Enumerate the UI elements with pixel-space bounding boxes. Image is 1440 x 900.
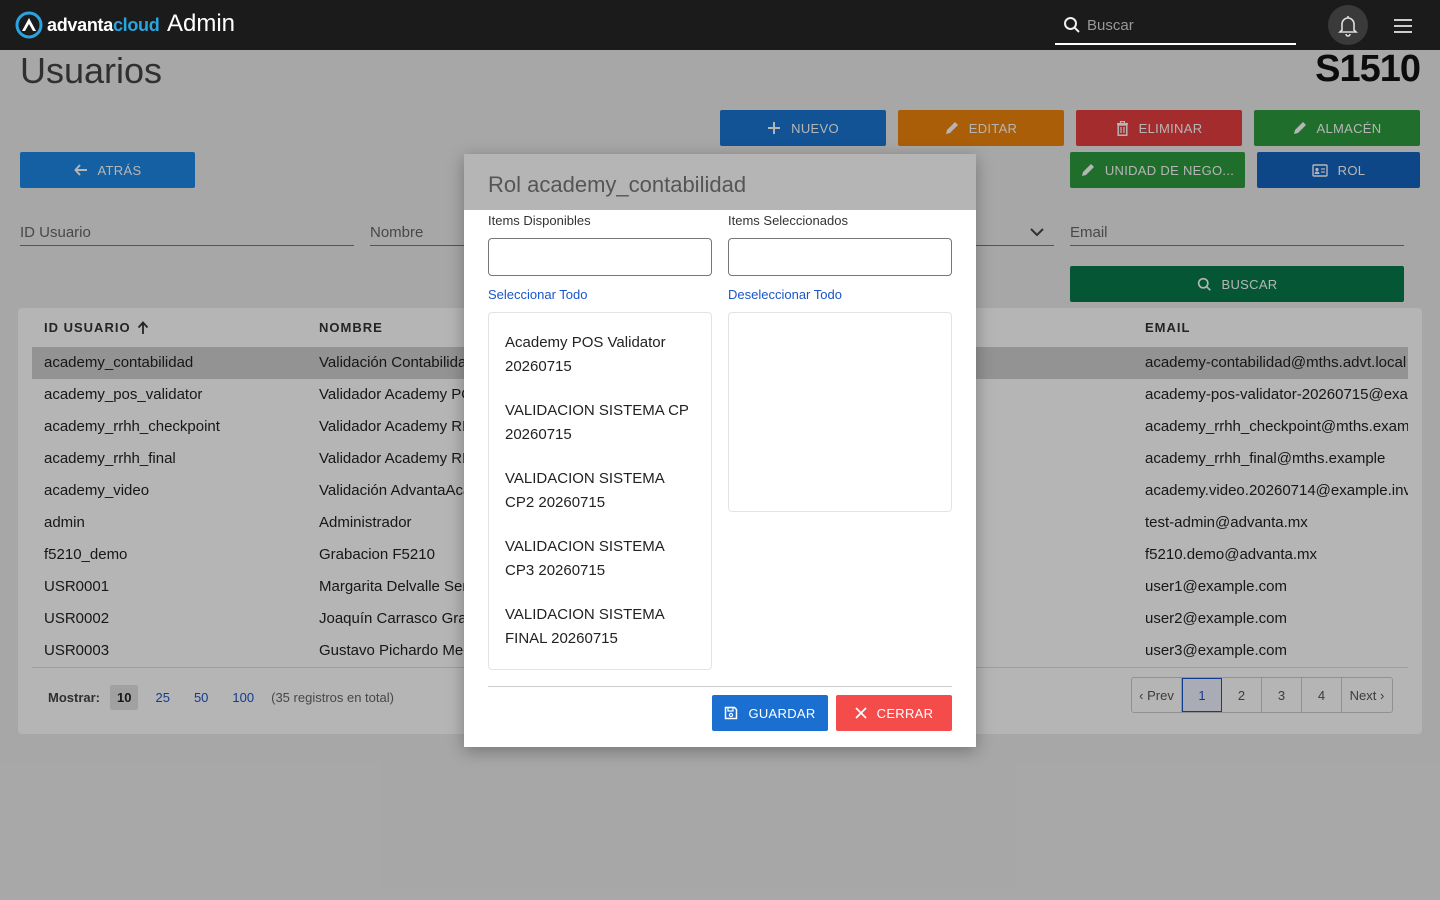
list-item[interactable]: VALIDACION SISTEMA FINAL 20260715 xyxy=(489,599,711,667)
search-input[interactable] xyxy=(1087,14,1287,36)
logo[interactable]: advantacloud xyxy=(14,10,160,40)
top-bar: advantacloud Admin xyxy=(0,0,1440,50)
search-icon xyxy=(1064,17,1080,33)
cerrar-label: CERRAR xyxy=(876,705,934,721)
list-item[interactable]: VALIDACION SISTEMA CP 20260715 xyxy=(489,395,711,463)
app-title: Admin xyxy=(167,10,236,37)
modal-header: Rol academy_contabilidad xyxy=(464,154,976,210)
available-items-list: Academy POS Validator 20260715 VALIDACIO… xyxy=(488,312,712,670)
bell-icon xyxy=(1338,16,1358,37)
deselect-all-link[interactable]: Deseleccionar Todo xyxy=(728,287,842,302)
hamburger-menu-icon[interactable] xyxy=(1393,15,1415,35)
available-items-label: Items Disponibles xyxy=(488,213,591,228)
search-box xyxy=(1055,8,1296,45)
select-all-link[interactable]: Seleccionar Todo xyxy=(488,287,588,302)
modal-divider xyxy=(488,686,952,687)
selected-items-list xyxy=(728,312,952,512)
logo-text: advantacloud xyxy=(47,14,160,35)
selected-filter-input[interactable] xyxy=(728,238,952,276)
save-icon xyxy=(725,706,738,720)
modal-title: Rol academy_contabilidad xyxy=(488,172,747,197)
close-icon xyxy=(855,707,867,719)
list-item[interactable]: VALIDACION SISTEMA CP2 20260715 xyxy=(489,463,711,531)
guardar-button[interactable]: GUARDAR xyxy=(712,695,828,731)
selected-items-label: Items Seleccionados xyxy=(728,213,848,228)
notifications-button[interactable] xyxy=(1328,5,1368,45)
rol-modal: Rol academy_contabilidad Items Disponibl… xyxy=(464,154,976,747)
list-item[interactable]: Academy POS Validator 20260715 xyxy=(489,327,711,395)
list-item[interactable]: VALIDACION SISTEMA CP3 20260715 xyxy=(489,531,711,599)
cerrar-button[interactable]: CERRAR xyxy=(836,695,952,731)
advanta-logo-icon xyxy=(15,11,43,39)
available-filter-input[interactable] xyxy=(488,238,712,276)
guardar-label: GUARDAR xyxy=(748,705,816,721)
